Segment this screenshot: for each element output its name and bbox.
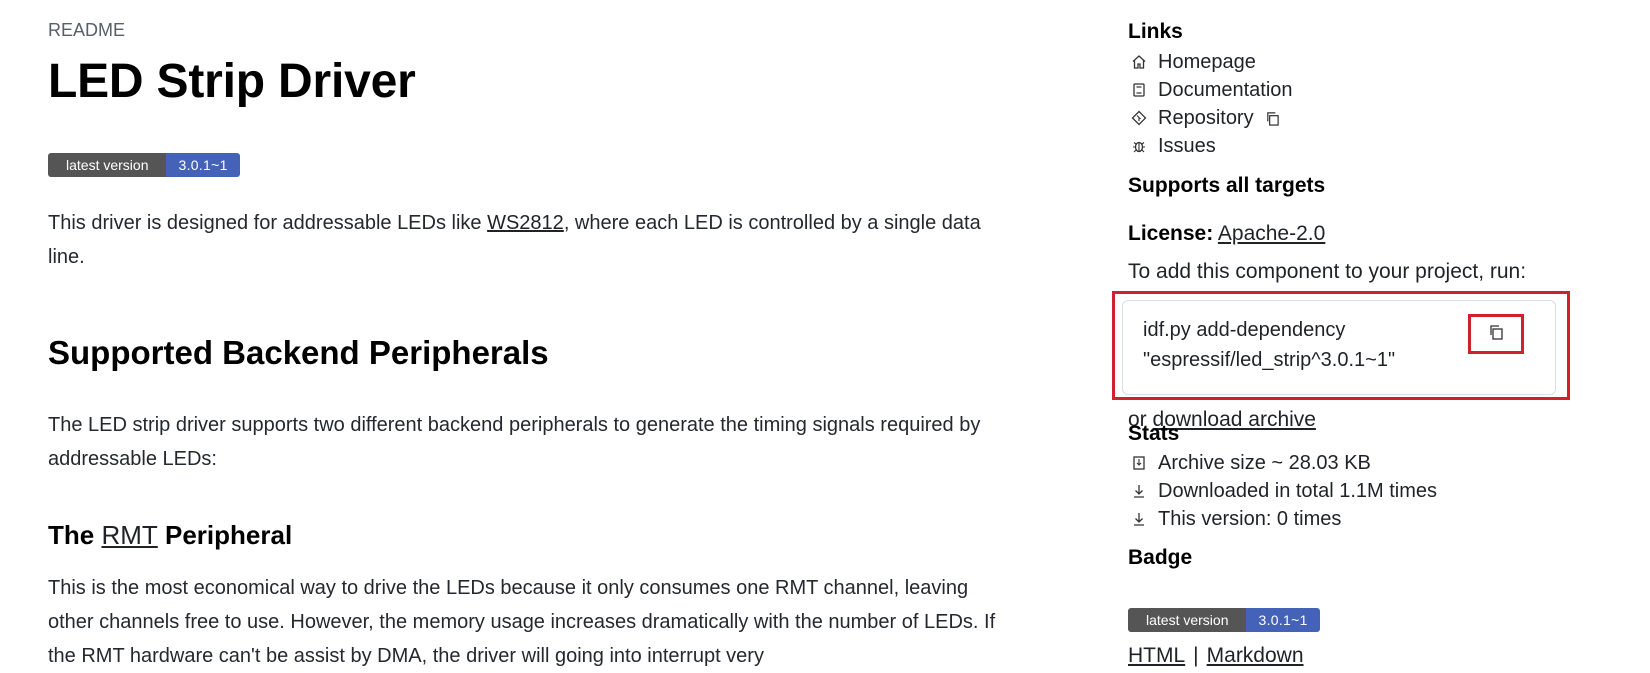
stat-version-downloads: This version: 0 times — [1128, 505, 1341, 533]
license-label: License: — [1128, 222, 1214, 245]
license-link[interactable]: Apache-2.0 — [1218, 222, 1325, 245]
stat-archive-size: Archive size ~ 28.03 KB — [1128, 449, 1371, 477]
documentation-link[interactable]: Documentation — [1128, 76, 1293, 104]
stat-archive-size-label: Archive size ~ 28.03 KB — [1158, 451, 1371, 474]
repository-link[interactable]: Repository — [1158, 107, 1254, 130]
badge-title: Badge — [1128, 546, 1193, 569]
homepage-label: Homepage — [1158, 50, 1256, 73]
stats-title: Stats — [1128, 422, 1180, 445]
ws2812-link[interactable]: WS2812 — [487, 212, 564, 234]
archive-icon — [1128, 452, 1150, 474]
git-icon — [1128, 107, 1150, 129]
subsection-paragraph: This is the most economical way to drive… — [48, 577, 996, 667]
sidebar-badge-label: latest version — [1128, 608, 1247, 632]
subsection-text-before: The — [48, 520, 102, 550]
copy-command-button[interactable] — [1468, 314, 1524, 354]
badge-format-separator: | — [1193, 644, 1199, 667]
stat-total-downloads: Downloaded in total 1.1M times — [1128, 477, 1437, 505]
add-component-text: To add this component to your project, r… — [1128, 260, 1527, 283]
subsection-text-after: Peripheral — [157, 520, 293, 550]
subsection-heading: The RMT Peripheral — [48, 520, 292, 551]
version-badge: latest version 3.0.1~1 — [48, 153, 240, 177]
copy-icon[interactable] — [1264, 107, 1282, 129]
issues-label: Issues — [1158, 134, 1216, 157]
version-badge-label: latest version — [48, 153, 167, 177]
command-line-1: idf.py add-dependency — [1143, 319, 1346, 341]
command-line-2: "espressif/led_strip^3.0.1~1" — [1143, 349, 1396, 371]
targets-title: Supports all targets — [1128, 174, 1326, 197]
license-row: License: Apache-2.0 — [1128, 222, 1325, 246]
bug-icon — [1128, 135, 1150, 157]
page-title: LED Strip Driver — [48, 55, 416, 108]
book-icon — [1128, 79, 1150, 101]
section-heading: Supported Backend Peripherals — [48, 334, 549, 371]
documentation-label: Documentation — [1158, 78, 1293, 101]
stat-total-downloads-label: Downloaded in total 1.1M times — [1158, 479, 1438, 502]
download-icon — [1128, 508, 1150, 530]
download-icon — [1128, 480, 1150, 502]
badge-format-links: HTML | Markdown — [1128, 644, 1304, 668]
readme-label: README — [48, 20, 126, 40]
section-paragraph: The LED strip driver supports two differ… — [48, 414, 981, 470]
repository-row: Repository — [1128, 104, 1282, 132]
intro-text-before: This driver is designed for addressable … — [48, 212, 488, 234]
sidebar-badge-value: 3.0.1~1 — [1246, 608, 1320, 632]
command-text: idf.py add-dependency "espressif/led_str… — [1143, 315, 1395, 375]
stat-version-downloads-label: This version: 0 times — [1158, 507, 1342, 530]
sidebar-version-badge: latest version 3.0.1~1 — [1128, 608, 1320, 632]
badge-markdown-link[interactable]: Markdown — [1207, 644, 1304, 667]
issues-link[interactable]: Issues — [1128, 132, 1216, 160]
badge-html-link[interactable]: HTML — [1128, 644, 1185, 667]
links-title: Links — [1128, 20, 1183, 43]
homepage-link[interactable]: Homepage — [1128, 48, 1256, 76]
version-badge-value: 3.0.1~1 — [166, 153, 240, 177]
intro-paragraph: This driver is designed for addressable … — [48, 206, 1018, 274]
home-icon — [1128, 51, 1150, 73]
rmt-link[interactable]: RMT — [101, 520, 157, 550]
copy-icon — [1488, 323, 1504, 346]
command-box: idf.py add-dependency "espressif/led_str… — [1122, 300, 1556, 395]
